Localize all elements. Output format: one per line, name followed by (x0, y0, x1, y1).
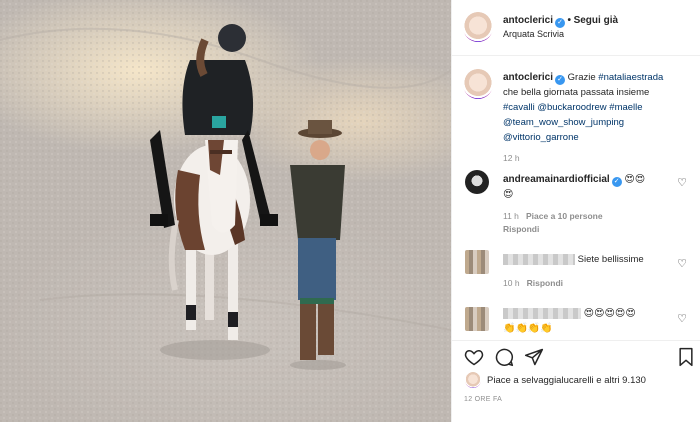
comment-avatar[interactable] (465, 250, 489, 274)
caption-text: antoclerici ✓ Grazie #nataliaestrada che … (503, 70, 688, 145)
comments-section: antoclerici ✓ Grazie #nataliaestrada che … (452, 56, 700, 340)
comment-emoji-2: 👏👏👏👏 (503, 323, 553, 334)
comment-avatar[interactable] (465, 170, 489, 194)
caption-line1: Grazie (567, 72, 599, 83)
action-bar (452, 340, 700, 372)
comment-likes[interactable]: Piace a 10 persone (526, 211, 603, 221)
comment-like-icon[interactable]: ♡ (677, 257, 687, 270)
comment-emoji: 😍😍😍😍😍 (583, 308, 636, 319)
liker-avatar[interactable] (465, 372, 481, 388)
caption-verified-icon: ✓ (555, 75, 566, 85)
comment-like-icon[interactable]: ♡ (677, 176, 687, 189)
comment-emoji-2: 😍 (503, 189, 514, 200)
redacted-username (503, 307, 581, 319)
comment-time: 11 h (503, 211, 519, 221)
comment-text: 😍😍😍😍😍 👏👏👏👏 (503, 306, 673, 336)
comment-emoji: 😍😍 (624, 174, 646, 185)
comment-text: Siete bellissime (503, 252, 673, 267)
separator-dot: • (567, 15, 572, 26)
verified-icon: ✓ (555, 18, 566, 28)
likes-count[interactable]: Piace a selvaggialucarelli e altri 9.130 (487, 375, 646, 386)
comment-meta: 10 h Rispondi (503, 278, 563, 288)
author-username[interactable]: antoclerici (503, 15, 553, 26)
redacted-username (503, 253, 575, 265)
post-timestamp[interactable]: 12 ORE FA (464, 396, 502, 403)
bookmark-icon[interactable] (677, 347, 695, 367)
post-photo[interactable] (0, 0, 451, 422)
comment-avatar[interactable] (465, 307, 489, 331)
caption-line2: che bella giornata passata insieme (503, 87, 650, 98)
likes-row: Piace a selvaggialucarelli e altri 9.130 (452, 372, 700, 392)
comment-body: Siete bellissime (577, 254, 644, 265)
comment-meta: 11 h Piace a 10 persone (503, 211, 603, 221)
post-sidebar: antoclerici ✓ • Segui già Arquata Scrivia… (451, 0, 700, 422)
hashtag-maelle[interactable]: #maelle (609, 102, 642, 113)
comment-text: andreamainardiofficial ✓ 😍😍 😍 (503, 172, 673, 202)
post-location[interactable]: Arquata Scrivia (503, 29, 564, 39)
author-avatar[interactable] (463, 12, 493, 42)
comment-icon[interactable] (494, 347, 514, 367)
heart-icon[interactable] (464, 347, 484, 367)
hashtag-cavalli[interactable]: #cavalli (503, 102, 535, 113)
caption-avatar[interactable] (463, 69, 493, 99)
mention-buckaroodrew[interactable]: @buckaroodrew (537, 102, 606, 113)
post-header: antoclerici ✓ • Segui già Arquata Scrivia (452, 0, 700, 56)
horse-riding-illustration (0, 0, 451, 422)
header-line: antoclerici ✓ • Segui già (503, 15, 618, 28)
comment-username[interactable]: andreamainardiofficial (503, 174, 610, 185)
caption-time: 12 h (503, 153, 520, 163)
share-icon[interactable] (524, 347, 544, 367)
comment-like-icon[interactable]: ♡ (677, 312, 687, 325)
comment-verified-icon: ✓ (611, 177, 622, 187)
mention-team-wow[interactable]: @team_wow_show_jumping (503, 115, 688, 130)
comment-time: 10 h (503, 278, 520, 288)
hashtag-link[interactable]: #nataliaestrada (598, 72, 663, 83)
comment-reply-link[interactable]: Rispondi (503, 224, 539, 234)
caption-username[interactable]: antoclerici (503, 72, 553, 83)
follow-button[interactable]: Segui già (574, 15, 618, 26)
mention-vittorio[interactable]: @vittorio_garrone (503, 130, 688, 145)
comment-reply-link[interactable]: Rispondi (527, 278, 563, 288)
